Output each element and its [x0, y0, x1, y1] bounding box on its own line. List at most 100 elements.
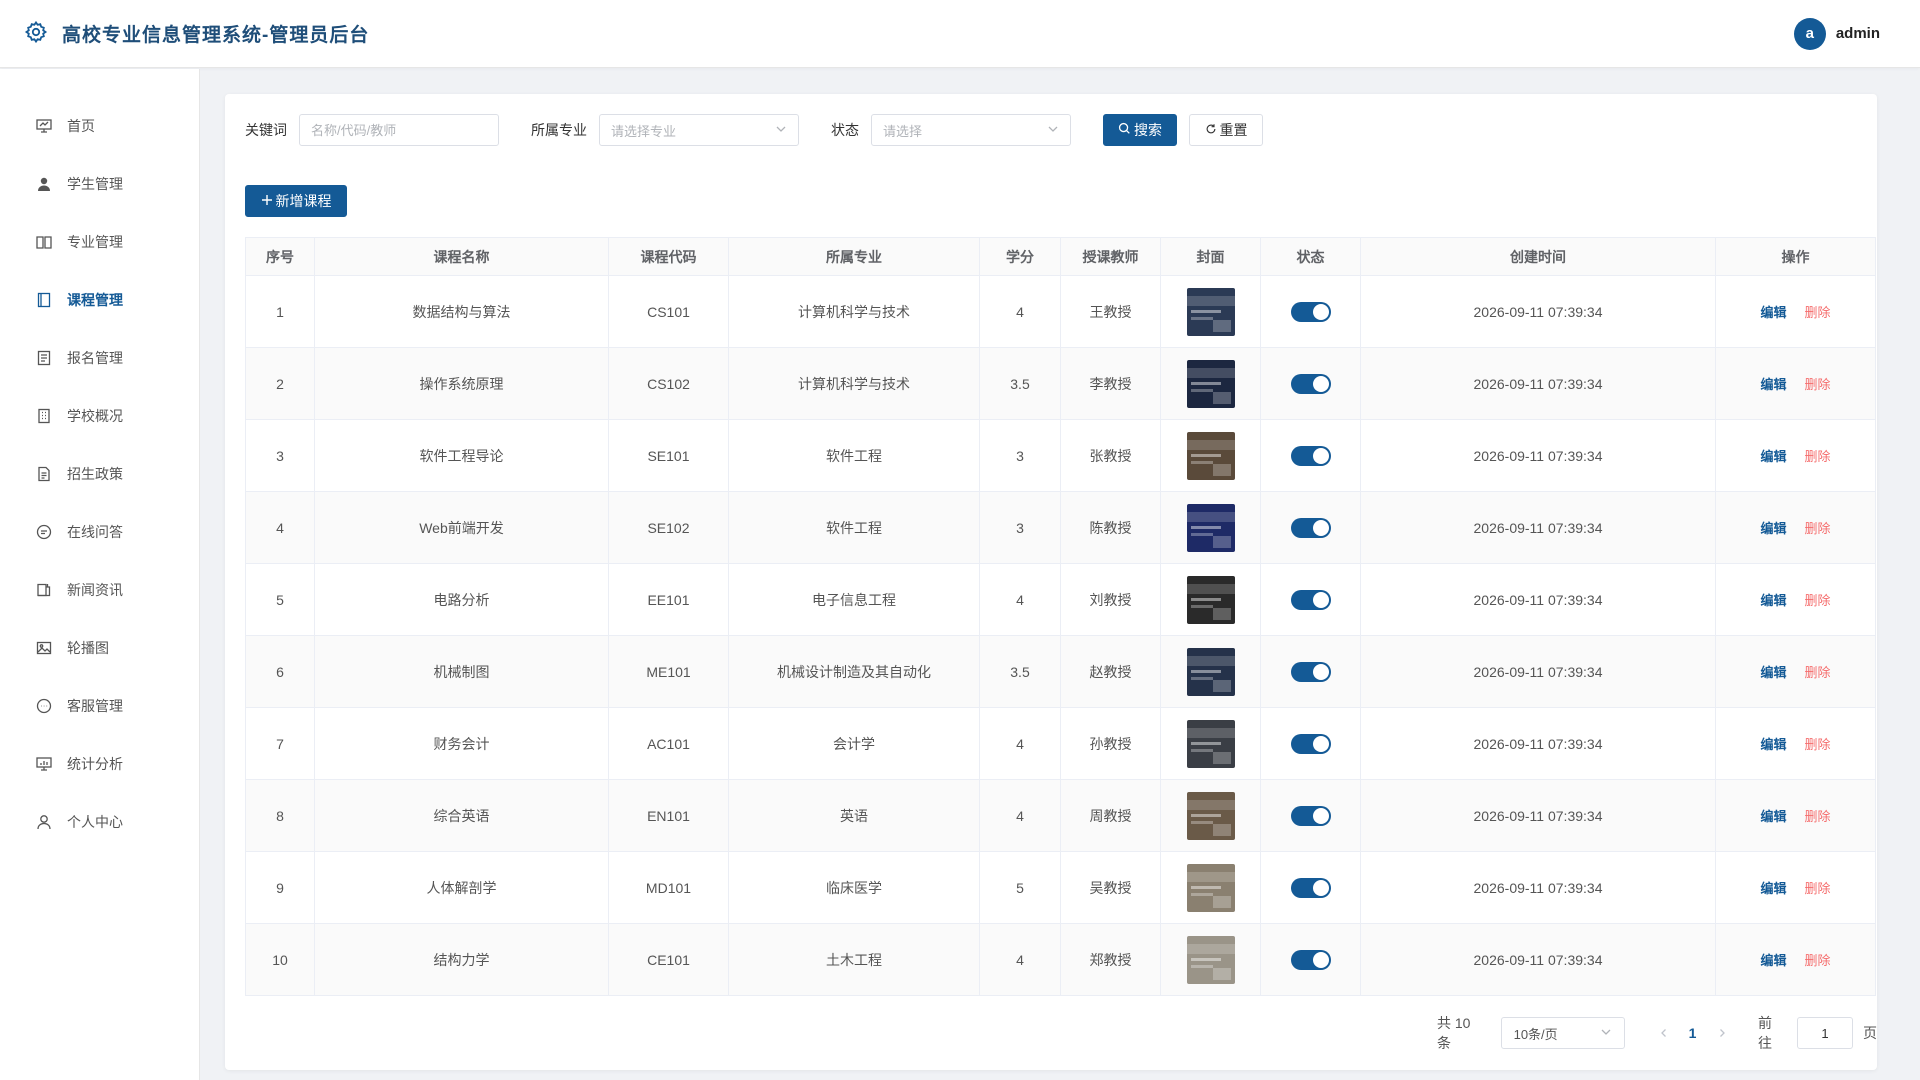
delete-button[interactable]: 删除 [1805, 953, 1831, 968]
search-button[interactable]: 搜索 [1103, 114, 1177, 146]
status-toggle[interactable] [1290, 733, 1331, 754]
brand: 高校专业信息管理系统-管理员后台 [24, 20, 369, 47]
delete-button[interactable]: 删除 [1805, 377, 1831, 392]
course-table: 序号 课程名称 课程代码 所属专业 学分 授课教师 封面 状态 创建时间 操作 1 数据结构与算法 C… [245, 237, 1876, 996]
row-index: 4 [245, 491, 315, 564]
status-toggle[interactable] [1290, 517, 1331, 538]
edit-button[interactable]: 编辑 [1760, 809, 1786, 824]
edit-button[interactable]: 编辑 [1760, 953, 1786, 968]
add-course-button[interactable]: 新增课程 [245, 185, 347, 217]
column-header: 授课教师 [1060, 237, 1161, 276]
status-toggle[interactable] [1290, 373, 1331, 394]
cover-thumbnail[interactable] [1186, 647, 1235, 696]
edit-button[interactable]: 编辑 [1760, 305, 1786, 320]
status-toggle[interactable] [1290, 877, 1331, 898]
next-page-button[interactable] [1707, 1025, 1736, 1041]
delete-button[interactable]: 删除 [1805, 809, 1831, 824]
add-course-label: 新增课程 [275, 193, 332, 209]
service-chat-icon [35, 697, 53, 715]
delete-button[interactable]: 删除 [1805, 521, 1831, 536]
user-menu[interactable]: a admin [1793, 17, 1880, 50]
status-select-placeholder: 请选择 [883, 123, 923, 139]
sidebar-item-9[interactable]: 轮播图 [0, 619, 199, 677]
cover-thumbnail[interactable] [1186, 863, 1235, 912]
course-major: 软件工程 [728, 491, 980, 564]
cover-thumbnail[interactable] [1186, 503, 1235, 552]
sidebar-item-5[interactable]: 学校概况 [0, 387, 199, 445]
delete-button[interactable]: 删除 [1805, 737, 1831, 752]
sidebar-item-11[interactable]: 统计分析 [0, 735, 199, 793]
status-toggle[interactable] [1290, 301, 1331, 322]
building-icon [35, 407, 53, 425]
sidebar-item-0[interactable]: 首页 [0, 97, 199, 155]
table-row: 7 财务会计 AC101 会计学 4 孙教授 2026-09-11 07:39:34 编辑 删除 [245, 707, 1876, 780]
sidebar-item-2[interactable]: 专业管理 [0, 213, 199, 271]
sidebar-item-1[interactable]: 学生管理 [0, 155, 199, 213]
status-toggle[interactable] [1290, 661, 1331, 682]
cover-thumbnail[interactable] [1186, 791, 1235, 840]
gear-icon[interactable] [24, 20, 48, 47]
total-count: 共 10 条 [1437, 1015, 1471, 1051]
sidebar-item-3[interactable]: 课程管理 [0, 271, 199, 329]
edit-button[interactable]: 编辑 [1760, 665, 1786, 680]
column-header: 创建时间 [1360, 237, 1716, 276]
edit-button[interactable]: 编辑 [1760, 521, 1786, 536]
cover-thumbnail[interactable] [1186, 431, 1235, 480]
username[interactable]: admin [1836, 25, 1880, 42]
delete-button[interactable]: 删除 [1805, 305, 1831, 320]
status-cell [1260, 707, 1361, 780]
avatar[interactable]: a [1793, 17, 1826, 50]
edit-button[interactable]: 编辑 [1760, 737, 1786, 752]
status-toggle[interactable] [1290, 445, 1331, 466]
course-name: 结构力学 [314, 923, 609, 996]
sidebar-item-label: 统计分析 [67, 756, 123, 772]
delete-button[interactable]: 删除 [1805, 665, 1831, 680]
major-select[interactable]: 请选择专业 [599, 114, 799, 146]
created-time: 2026-09-11 07:39:34 [1360, 635, 1716, 708]
created-time: 2026-09-11 07:39:34 [1360, 563, 1716, 636]
status-cell [1260, 491, 1361, 564]
edit-button[interactable]: 编辑 [1760, 449, 1786, 464]
column-header: 所属专业 [728, 237, 980, 276]
sidebar-item-7[interactable]: 在线问答 [0, 503, 199, 561]
cover-thumbnail[interactable] [1186, 575, 1235, 624]
edit-button[interactable]: 编辑 [1760, 881, 1786, 896]
actions-cell: 编辑 删除 [1715, 419, 1876, 492]
page-size-select[interactable]: 10条/页 [1500, 1017, 1626, 1049]
status-toggle[interactable] [1290, 805, 1331, 826]
image-icon [35, 639, 53, 657]
actions-cell: 编辑 删除 [1715, 347, 1876, 420]
keyword-field[interactable] [299, 114, 499, 146]
page-suffix: 页 [1863, 1025, 1878, 1041]
table-row: 3 软件工程导论 SE101 软件工程 3 张教授 2026-09-11 07:39:34 编… [245, 419, 1876, 492]
cover-thumbnail[interactable] [1186, 935, 1235, 984]
cover-thumbnail[interactable] [1186, 287, 1235, 336]
sidebar-item-10[interactable]: 客服管理 [0, 677, 199, 735]
sidebar-item-label: 在线问答 [67, 524, 123, 540]
goto-page-input[interactable] [1797, 1017, 1854, 1049]
course-credit: 3 [979, 419, 1061, 492]
delete-button[interactable]: 删除 [1805, 593, 1831, 608]
course-major: 土木工程 [728, 923, 980, 996]
sidebar-item-4[interactable]: 报名管理 [0, 329, 199, 387]
cover-thumbnail[interactable] [1186, 719, 1235, 768]
edit-button[interactable]: 编辑 [1760, 593, 1786, 608]
status-toggle[interactable] [1290, 949, 1331, 970]
page-number[interactable]: 1 [1678, 1025, 1707, 1041]
search-icon [1118, 122, 1131, 138]
created-time: 2026-09-11 07:39:34 [1360, 779, 1716, 852]
edit-button[interactable]: 编辑 [1760, 377, 1786, 392]
cover-thumbnail[interactable] [1186, 359, 1235, 408]
sidebar-item-12[interactable]: 个人中心 [0, 793, 199, 851]
status-toggle[interactable] [1290, 589, 1331, 610]
delete-button[interactable]: 删除 [1805, 881, 1831, 896]
delete-button[interactable]: 删除 [1805, 449, 1831, 464]
sidebar-item-6[interactable]: 招生政策 [0, 445, 199, 503]
keyword-input[interactable] [311, 122, 487, 138]
reset-button[interactable]: 重置 [1189, 114, 1263, 146]
prev-page-button[interactable] [1649, 1025, 1678, 1041]
sidebar-item-8[interactable]: 新闻资讯 [0, 561, 199, 619]
status-select[interactable]: 请选择 [871, 114, 1071, 146]
sidebar-item-label: 招生政策 [67, 466, 123, 482]
course-credit: 4 [979, 779, 1061, 852]
